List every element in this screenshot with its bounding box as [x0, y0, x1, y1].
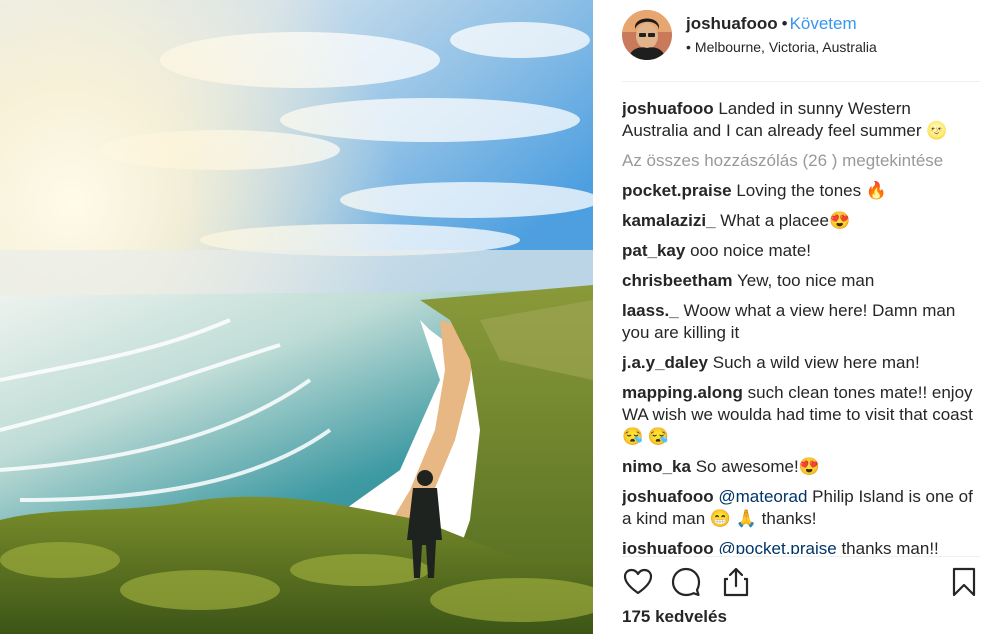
comment-item: joshuafooo @mateorad Philip Island is on… — [622, 486, 980, 530]
comment-item: laass._ Woow what a view here! Damn man … — [622, 300, 980, 344]
post-details-panel: joshuafooo • Követem • Melbourne, Victoria,… — [593, 0, 1000, 634]
view-all-comments-link[interactable]: Az összes hozzászólás (26 ) megtekintése — [622, 150, 980, 172]
comment-username[interactable]: chrisbeetham — [622, 271, 733, 290]
comment-username[interactable]: mapping.along — [622, 383, 743, 402]
comment-username[interactable]: pat_kay — [622, 241, 685, 260]
comment-username[interactable]: joshuafooo — [622, 487, 714, 506]
comment-username[interactable]: j.a.y_daley — [622, 353, 708, 372]
location-link[interactable]: Melbourne, Victoria, Australia — [695, 39, 877, 55]
comment-text: What a placee😍 — [720, 211, 851, 230]
location-row: • Melbourne, Victoria, Australia — [686, 39, 877, 55]
comment-bubble-icon — [671, 567, 701, 597]
post-photo[interactable] — [0, 0, 593, 634]
location-bullet: • — [686, 39, 691, 55]
comment-item: kamalazizi_ What a placee😍 — [622, 210, 980, 232]
post-caption: joshuafooo Landed in sunny Western Austr… — [622, 98, 980, 142]
save-button[interactable] — [948, 566, 980, 598]
like-button[interactable] — [622, 566, 654, 598]
heart-outline-icon — [623, 568, 653, 595]
comment-mention[interactable]: @pocket.praise — [718, 539, 836, 554]
comment-item: nimo_ka So awesome!😍 — [622, 456, 980, 478]
comment-username[interactable]: kamalazizi_ — [622, 211, 716, 230]
share-button[interactable] — [720, 566, 752, 598]
header-title-row: joshuafooo • Követem — [686, 14, 857, 34]
comment-text: thanks man!! — [841, 539, 939, 554]
comment-username[interactable]: pocket.praise — [622, 181, 732, 200]
comment-username[interactable]: joshuafooo — [622, 99, 714, 118]
comment-button[interactable] — [670, 566, 702, 598]
post-header: joshuafooo • Követem • Melbourne, Victoria,… — [622, 10, 980, 82]
separator-dot: • — [781, 14, 788, 33]
profile-photo — [622, 10, 672, 60]
comment-item: pocket.praise Loving the tones 🔥 — [622, 180, 980, 202]
comment-text: Such a wild view here man! — [712, 353, 920, 372]
post-author-username[interactable]: joshuafooo — [686, 14, 778, 33]
comment-item: pat_kay ooo noice mate! — [622, 240, 980, 262]
share-upload-icon — [723, 567, 749, 597]
post-actions-bar — [622, 566, 980, 598]
follow-button[interactable]: Követem — [790, 14, 857, 33]
likes-count[interactable]: 175 kedvelés — [622, 607, 727, 627]
divider — [622, 556, 980, 557]
comment-text: Loving the tones 🔥 — [736, 181, 887, 200]
comment-text: ooo noice mate! — [690, 241, 812, 260]
comments-list[interactable]: joshuafooo Landed in sunny Western Austr… — [622, 98, 980, 554]
comment-item: mapping.along such clean tones mate!! en… — [622, 382, 980, 448]
comment-mention[interactable]: @mateorad — [718, 487, 807, 506]
comment-username[interactable]: laass._ — [622, 301, 679, 320]
coastline-landscape-image — [0, 0, 593, 634]
comment-username[interactable]: joshuafooo — [622, 539, 714, 554]
comment-text: So awesome!😍 — [695, 457, 820, 476]
comment-text: Yew, too nice man — [736, 271, 875, 290]
comment-item: j.a.y_daley Such a wild view here man! — [622, 352, 980, 374]
comment-item: joshuafooo @pocket.praise thanks man!! — [622, 538, 980, 554]
bookmark-outline-icon — [952, 567, 976, 597]
avatar[interactable] — [622, 10, 672, 60]
comment-username[interactable]: nimo_ka — [622, 457, 691, 476]
comment-item: chrisbeetham Yew, too nice man — [622, 270, 980, 292]
